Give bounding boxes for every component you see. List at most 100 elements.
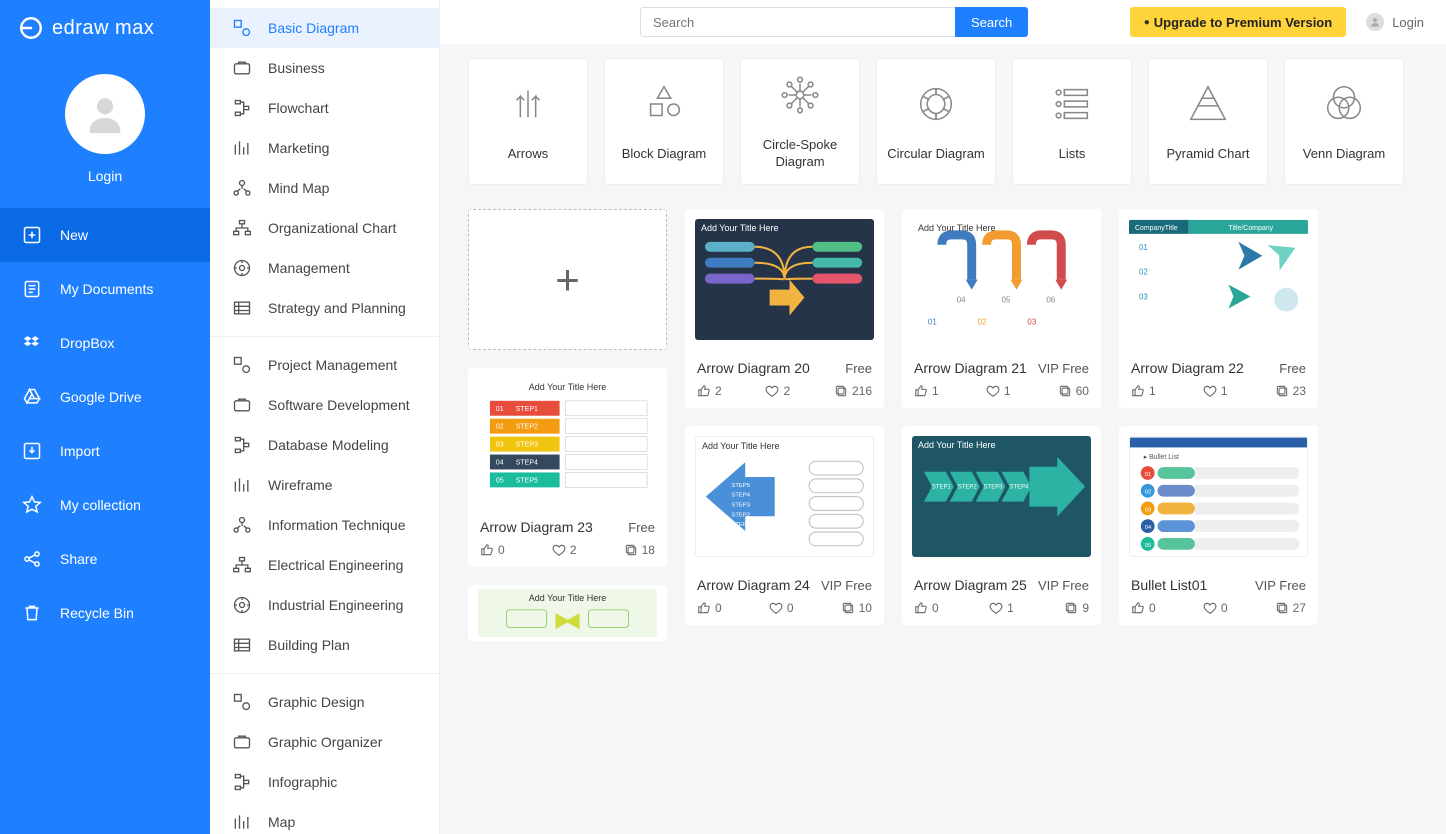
category-item[interactable]: Information Technique <box>210 505 439 545</box>
nav-item-dropbox[interactable]: DropBox <box>0 316 210 370</box>
category-icon <box>232 772 252 792</box>
type-card-label: Circular Diagram <box>887 146 985 163</box>
search-input[interactable] <box>640 7 955 37</box>
nav-primary: New My Documents DropBox Google Drive Im… <box>0 208 210 640</box>
stat-fav[interactable]: 1 <box>986 384 1011 398</box>
new-icon <box>22 225 42 245</box>
avatar-block[interactable]: Login <box>0 56 210 208</box>
template-card[interactable]: ▸ Bullet List0102030405Bullet List01VIP … <box>1119 426 1318 625</box>
template-card[interactable]: Add Your Title HereArrow Diagram 20Free2… <box>685 209 884 408</box>
category-group-3: Graphic Design Graphic Organizer Infograph… <box>210 674 439 834</box>
nav-label: Share <box>60 551 97 567</box>
category-label: Electrical Engineering <box>268 557 403 573</box>
type-card[interactable]: Venn Diagram <box>1284 58 1404 185</box>
stat-fav[interactable]: 1 <box>1203 384 1228 398</box>
template-name: Bullet List01 <box>1131 577 1207 593</box>
stat-dup[interactable]: 10 <box>841 601 872 615</box>
template-card[interactable]: Add Your Title Here040506010203Arrow Dia… <box>902 209 1101 408</box>
category-item[interactable]: Software Development <box>210 385 439 425</box>
category-icon <box>232 635 252 655</box>
category-label: Software Development <box>268 397 410 413</box>
type-card[interactable]: Circle-Spoke Diagram <box>740 58 860 185</box>
type-card-label: Block Diagram <box>622 146 707 163</box>
stat-like[interactable]: 0 <box>480 543 505 557</box>
category-item[interactable]: Project Management <box>210 345 439 385</box>
stat-dup[interactable]: 27 <box>1275 601 1306 615</box>
stat-fav[interactable]: 0 <box>769 601 794 615</box>
upgrade-button[interactable]: Upgrade to Premium Version <box>1130 7 1346 37</box>
stat-like[interactable]: 2 <box>697 384 722 398</box>
category-item[interactable]: Strategy and Planning <box>210 288 439 328</box>
new-template-card[interactable]: + <box>468 209 667 350</box>
category-item[interactable]: Marketing <box>210 128 439 168</box>
nav-label: DropBox <box>60 335 114 351</box>
type-card-label: Pyramid Chart <box>1166 146 1249 163</box>
template-card[interactable]: Add Your Title HereSTEP1STEP2STEP3STEP4A… <box>902 426 1101 625</box>
stat-dup[interactable]: 18 <box>624 543 655 557</box>
stat-dup[interactable]: 23 <box>1275 384 1306 398</box>
stat-fav[interactable]: 0 <box>1203 601 1228 615</box>
stat-dup[interactable]: 216 <box>834 384 872 398</box>
svg-text:STEP1: STEP1 <box>516 406 538 413</box>
category-label: Information Technique <box>268 517 406 533</box>
category-item[interactable]: Management <box>210 248 439 288</box>
stat-like[interactable]: 0 <box>1131 601 1156 615</box>
top-login[interactable]: Login <box>1358 13 1432 31</box>
category-item[interactable]: Industrial Engineering <box>210 585 439 625</box>
template-card[interactable]: CompanyTitleTitle/Company010203Arrow Dia… <box>1119 209 1318 408</box>
category-label: Industrial Engineering <box>268 597 403 613</box>
dropbox-icon <box>22 333 42 353</box>
category-item[interactable]: Business <box>210 48 439 88</box>
type-card[interactable]: Circular Diagram <box>876 58 996 185</box>
type-card[interactable]: Pyramid Chart <box>1148 58 1268 185</box>
nav-item-new[interactable]: New <box>0 208 210 262</box>
logo-text: edraw max <box>52 17 154 40</box>
template-card[interactable]: Add Your Title Here <box>468 585 667 641</box>
category-item[interactable]: Basic Diagram <box>210 8 439 48</box>
stat-fav[interactable]: 1 <box>989 601 1014 615</box>
search-button[interactable]: Search <box>955 7 1028 37</box>
type-card[interactable]: Arrows <box>468 58 588 185</box>
category-item[interactable]: Electrical Engineering <box>210 545 439 585</box>
type-card[interactable]: Lists <box>1012 58 1132 185</box>
nav-item-google-drive[interactable]: Google Drive <box>0 370 210 424</box>
stat-dup[interactable]: 60 <box>1058 384 1089 398</box>
nav-item-recycle-bin[interactable]: Recycle Bin <box>0 586 210 640</box>
category-item[interactable]: Wireframe <box>210 465 439 505</box>
type-card[interactable]: Block Diagram <box>604 58 724 185</box>
category-item[interactable]: Database Modeling <box>210 425 439 465</box>
svg-text:CompanyTitle: CompanyTitle <box>1135 225 1178 232</box>
category-item[interactable]: Graphic Organizer <box>210 722 439 762</box>
avatar-icon <box>65 74 145 154</box>
category-item[interactable]: Mind Map <box>210 168 439 208</box>
stat-fav[interactable]: 2 <box>552 543 577 557</box>
stat-like[interactable]: 1 <box>914 384 939 398</box>
category-icon <box>232 515 252 535</box>
svg-text:05: 05 <box>496 477 504 484</box>
stat-like[interactable]: 0 <box>697 601 722 615</box>
category-item[interactable]: Graphic Design <box>210 682 439 722</box>
nav-item-import[interactable]: Import <box>0 424 210 478</box>
category-label: Organizational Chart <box>268 220 396 236</box>
category-item[interactable]: Map <box>210 802 439 834</box>
template-meta: Arrow Diagram 23Free0218 <box>468 509 667 567</box>
template-thumb: Add Your Title Here040506010203 <box>902 209 1101 350</box>
template-card[interactable]: Add Your Title HereSTEP5STEP4STEP3STEP2S… <box>685 426 884 625</box>
category-item[interactable]: Infographic <box>210 762 439 802</box>
stat-like[interactable]: 0 <box>914 601 939 615</box>
nav-item-share[interactable]: Share <box>0 532 210 586</box>
template-card[interactable]: Add Your Title Here01STEP102STEP203STEP3… <box>468 368 667 567</box>
svg-text:04: 04 <box>1145 525 1152 531</box>
category-item[interactable]: Flowchart <box>210 88 439 128</box>
stat-dup[interactable]: 9 <box>1064 601 1089 615</box>
category-item[interactable]: Building Plan <box>210 625 439 665</box>
nav-label: Import <box>60 443 100 459</box>
category-item[interactable]: Organizational Chart <box>210 208 439 248</box>
template-price: VIP Free <box>821 578 872 593</box>
stat-fav[interactable]: 2 <box>765 384 790 398</box>
nav-item-my-collection[interactable]: My collection <box>0 478 210 532</box>
category-label: Graphic Organizer <box>268 734 382 750</box>
stat-like[interactable]: 1 <box>1131 384 1156 398</box>
svg-text:03: 03 <box>496 441 504 448</box>
nav-item-my-documents[interactable]: My Documents <box>0 262 210 316</box>
